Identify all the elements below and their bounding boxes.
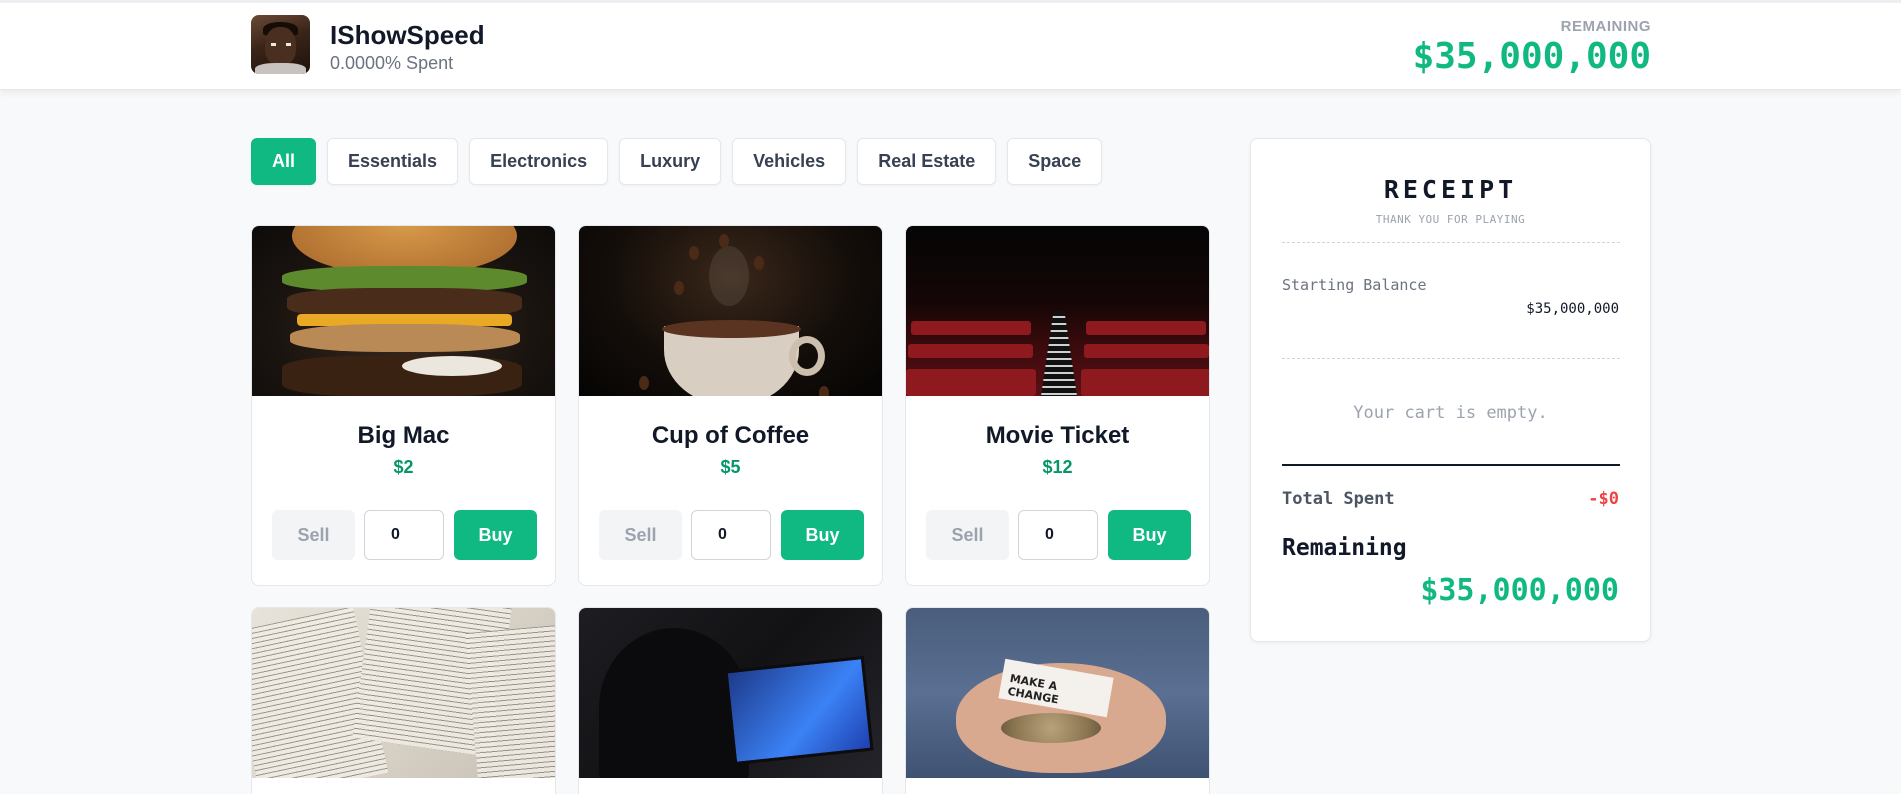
product-card-big-mac: Big Mac $2 Sell Buy	[251, 225, 556, 586]
top-header: IShowSpeed 0.0000% Spent REMAINING $35,0…	[0, 0, 1901, 90]
receipt-panel: RECEIPT THANK YOU FOR PLAYING Starting B…	[1250, 138, 1651, 642]
receipt-divider	[1282, 242, 1620, 243]
seat-row	[906, 369, 1036, 396]
starting-balance-label: Starting Balance	[1282, 276, 1427, 294]
coffee-bean	[719, 234, 729, 248]
gamer-silhouette	[599, 628, 749, 778]
big-mac-image	[252, 226, 555, 396]
coffee-bean	[754, 256, 764, 270]
player-name: IShowSpeed	[330, 20, 485, 50]
product-price: $5	[720, 457, 741, 477]
buy-button[interactable]: Buy	[454, 510, 537, 560]
total-spent-value: -$0	[1588, 489, 1619, 509]
category-filters: All Essentials Electronics Luxury Vehicl…	[251, 138, 1103, 185]
gaming-image	[579, 608, 882, 778]
sell-button[interactable]: Sell	[926, 510, 1009, 560]
total-spent-label: Total Spent	[1282, 489, 1395, 509]
coffee-steam	[709, 246, 749, 306]
filter-electronics[interactable]: Electronics	[469, 138, 609, 185]
filter-real-estate[interactable]: Real Estate	[857, 138, 997, 185]
product-card-movie-ticket: Movie Ticket $12 Sell Buy	[905, 225, 1210, 586]
filter-space[interactable]: Space	[1007, 138, 1103, 185]
product-name: Movie Ticket	[985, 422, 1130, 449]
coffee-bean	[689, 246, 699, 260]
receipt-total-divider	[1282, 464, 1620, 466]
receipt-subtitle: THANK YOU FOR PLAYING	[1375, 213, 1526, 226]
receipt-divider	[1282, 358, 1620, 359]
seat-row	[1086, 321, 1206, 335]
filter-all[interactable]: All	[251, 138, 317, 185]
sell-button[interactable]: Sell	[272, 510, 355, 560]
product-price: $12	[1042, 457, 1073, 477]
filter-vehicles[interactable]: Vehicles	[732, 138, 847, 185]
quantity-input[interactable]	[691, 510, 771, 560]
buy-button[interactable]: Buy	[1108, 510, 1191, 560]
starting-balance-value: $35,000,000	[1526, 301, 1619, 317]
filter-luxury[interactable]: Luxury	[619, 138, 722, 185]
quantity-input[interactable]	[1018, 510, 1098, 560]
receipt-remaining-value: $35,000,000	[1420, 573, 1619, 608]
avatar-eyes	[271, 43, 291, 46]
coffee-image	[579, 226, 882, 396]
cinema-aisle-stairs	[1041, 311, 1077, 396]
remaining-value: $35,000,000	[1412, 36, 1651, 77]
buy-button[interactable]: Buy	[781, 510, 864, 560]
receipt-title: RECEIPT	[1383, 175, 1518, 204]
spent-percentage: 0.0000% Spent	[330, 53, 454, 73]
gaming-monitor	[724, 655, 874, 766]
seat-row	[908, 344, 1033, 358]
product-card-books	[251, 607, 556, 794]
burger-bun-middle	[290, 324, 520, 352]
product-name: Cup of Coffee	[651, 422, 810, 449]
seat-row	[1084, 344, 1209, 358]
empty-cart-message: Your cart is empty.	[1353, 403, 1548, 423]
movie-ticket-image	[906, 226, 1209, 396]
seat-row	[1081, 369, 1209, 396]
remaining-label: REMAINING	[1560, 18, 1651, 35]
hands-coins-image: MAKE A CHANGE	[906, 608, 1209, 778]
filter-essentials[interactable]: Essentials	[327, 138, 459, 185]
receipt-remaining-label: Remaining	[1282, 535, 1407, 561]
coffee-bean	[819, 386, 829, 396]
coffee-bean	[639, 376, 649, 390]
burger-onion	[402, 356, 502, 376]
avatar-face	[265, 27, 296, 65]
product-card-charity: MAKE A CHANGE	[905, 607, 1210, 794]
product-price: $2	[393, 457, 414, 477]
product-card-gaming	[578, 607, 883, 794]
avatar	[251, 15, 310, 74]
books-image	[252, 608, 555, 778]
avatar-shirt	[255, 63, 306, 74]
coffee-cup-handle	[789, 336, 825, 376]
coffee-bean	[674, 281, 684, 295]
product-card-coffee: Cup of Coffee $5 Sell Buy	[578, 225, 883, 586]
sell-button[interactable]: Sell	[599, 510, 682, 560]
product-name: Big Mac	[357, 422, 450, 449]
coins	[1001, 713, 1101, 743]
book-page	[465, 623, 555, 778]
seat-row	[911, 321, 1031, 335]
coffee-cup-rim	[662, 320, 801, 338]
quantity-input[interactable]	[364, 510, 444, 560]
